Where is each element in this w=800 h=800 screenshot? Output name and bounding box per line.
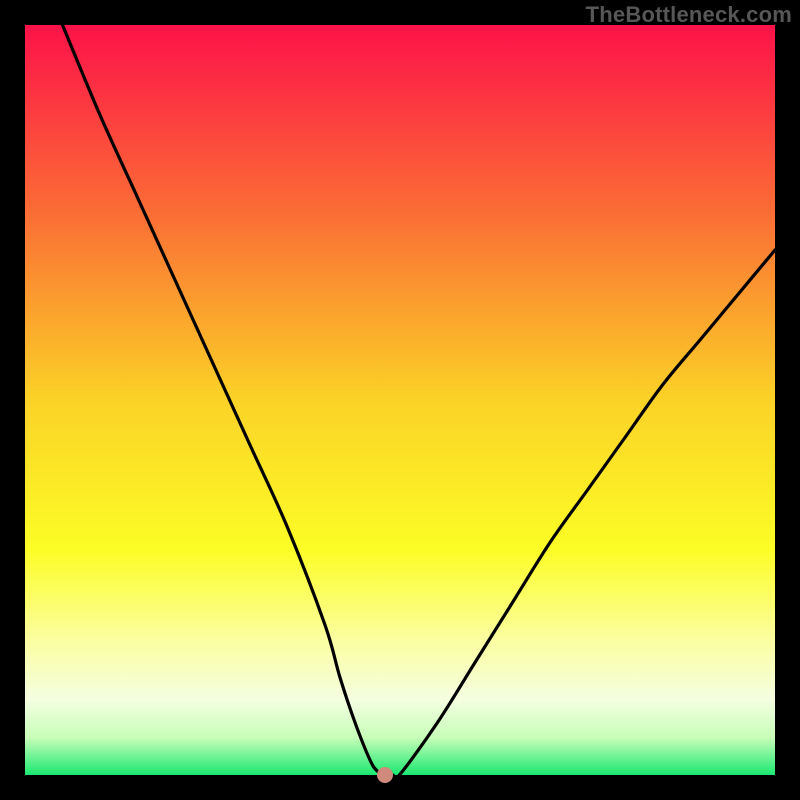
bottleneck-marker: [377, 767, 393, 783]
watermark-label: TheBottleneck.com: [586, 2, 792, 28]
plot-area: [25, 25, 775, 775]
bottleneck-curve: [25, 25, 775, 775]
chart-frame: TheBottleneck.com: [0, 0, 800, 800]
